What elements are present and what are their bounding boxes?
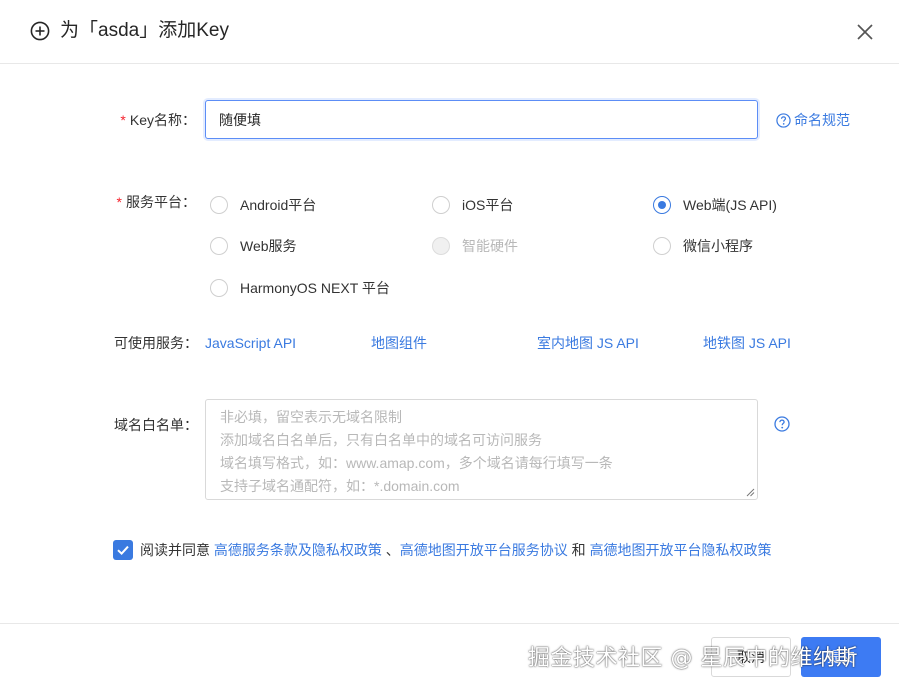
required-mark: * xyxy=(120,112,126,128)
radio-smart-hardware: 智能硬件 xyxy=(432,236,518,256)
radio-circle-disabled xyxy=(432,237,450,255)
radio-circle[interactable] xyxy=(432,196,450,214)
radio-circle-checked[interactable] xyxy=(653,196,671,214)
radio-android[interactable]: Android平台 xyxy=(210,195,316,215)
radio-harmonyos-next[interactable]: HarmonyOS NEXT 平台 xyxy=(210,278,390,298)
checkmark-icon xyxy=(117,545,129,556)
services-label: 可使用服务： xyxy=(114,335,198,351)
radio-circle[interactable] xyxy=(210,237,228,255)
placeholder-line: 非必填，留空表示无域名限制 xyxy=(220,409,402,425)
help-icon xyxy=(776,112,791,128)
radio-circle[interactable] xyxy=(210,196,228,214)
domain-whitelist-textarea[interactable]: 非必填，留空表示无域名限制 添加域名白名单后，只有白名单中的域名可访问服务 域名… xyxy=(205,399,758,500)
naming-rules-link[interactable]: 命名规范 xyxy=(776,110,850,130)
radio-ios[interactable]: iOS平台 xyxy=(432,195,513,215)
service-link-indoor-map[interactable]: 室内地图 JS API xyxy=(537,333,639,353)
radio-circle[interactable] xyxy=(210,279,228,297)
placeholder-line: 添加域名白名单后，只有白名单中的域名可访问服务 xyxy=(220,432,542,448)
service-link-subway-map[interactable]: 地铁图 JS API xyxy=(703,333,791,353)
key-name-label: * Key名称： xyxy=(120,112,196,128)
required-mark: * xyxy=(116,194,122,210)
help-icon[interactable] xyxy=(774,416,790,432)
radio-circle[interactable] xyxy=(653,237,671,255)
domain-whitelist-label: 域名白名单： xyxy=(114,417,198,433)
key-name-input[interactable] xyxy=(205,100,758,139)
add-circle-icon xyxy=(30,21,50,41)
service-link-javascript-api[interactable]: JavaScript API xyxy=(205,333,296,353)
service-link-map-components[interactable]: 地图组件 xyxy=(371,333,427,353)
platform-label: * 服务平台： xyxy=(116,194,196,210)
platform-service-agreement-link[interactable]: 高德地图开放平台服务协议 xyxy=(400,542,568,558)
placeholder-line: 域名填写格式，如：www.amap.com，多个域名请每行填写一条 xyxy=(220,455,613,471)
platform-privacy-policy-link[interactable]: 高德地图开放平台隐私权政策 xyxy=(590,542,772,558)
agreement-text: 阅读并同意 高德服务条款及隐私权政策 、高德地图开放平台服务协议 和 高德地图开… xyxy=(140,542,772,558)
radio-wechat-mini-program[interactable]: 微信小程序 xyxy=(653,236,753,256)
terms-privacy-link[interactable]: 高德服务条款及隐私权政策 xyxy=(214,542,382,558)
radio-web-js-api[interactable]: Web端(JS API) xyxy=(653,195,777,215)
watermark: 掘金技术社区 @ 星辰中的维纳斯 xyxy=(528,646,858,671)
placeholder-line: 支持子域名通配符，如：*.domain.com xyxy=(220,478,460,494)
radio-web-service[interactable]: Web服务 xyxy=(210,236,297,256)
close-icon[interactable] xyxy=(854,21,876,43)
resize-grip-icon[interactable] xyxy=(745,487,755,497)
agreement-checkbox[interactable] xyxy=(113,540,133,560)
dialog-title: 为「asda」添加Key xyxy=(60,20,229,41)
